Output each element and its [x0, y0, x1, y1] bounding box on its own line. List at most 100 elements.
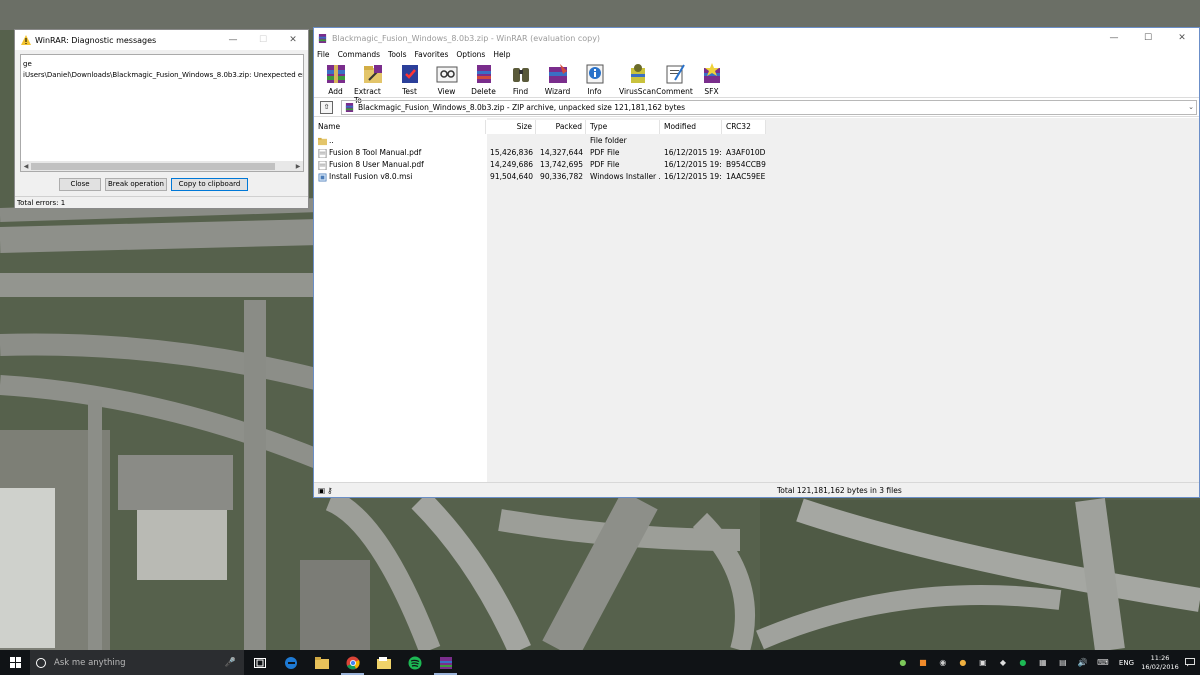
address-text: Blackmagic_Fusion_Windows_8.0b3.zip - ZI… [358, 102, 686, 112]
comment-icon [666, 64, 685, 84]
spotify-tray-icon[interactable]: ● [1013, 650, 1033, 675]
table-row[interactable]: Fusion 8 Tool Manual.pdf 15,426,836 14,3… [314, 147, 766, 159]
menu-options[interactable]: Options [456, 50, 485, 59]
system-tray: ● ■ ◉ ● ▣ ◆ ● ▦ ▤ 🔊 ⌨ ENG 11:26 16/02/20… [893, 650, 1200, 675]
windows-icon [9, 657, 21, 668]
drive-icon[interactable]: ▣ [318, 486, 325, 495]
tray-app-icon[interactable]: ● [953, 650, 973, 675]
microphone-icon[interactable]: 🎤 [225, 658, 236, 668]
menu-file[interactable]: File [317, 50, 330, 59]
diagnostic-title: WinRAR: Diagnostic messages [35, 35, 157, 45]
clock-time: 11:26 [1150, 653, 1170, 662]
close-icon[interactable]: ✕ [278, 30, 308, 50]
dropbox-icon[interactable]: ◆ [993, 650, 1013, 675]
zip-archive-icon [345, 102, 354, 112]
network-icon[interactable]: ▤ [1053, 650, 1073, 675]
folder-icon [318, 137, 327, 145]
test-button[interactable]: Test [391, 60, 428, 96]
comment-button[interactable]: Comment [656, 60, 693, 96]
up-folder-button[interactable]: ⇧ [320, 100, 333, 114]
info-icon [586, 64, 603, 84]
info-button[interactable]: Info [576, 60, 613, 96]
scroll-thumb[interactable] [31, 162, 275, 170]
toolbar: Add Extract To Test View Delete Find Wiz… [314, 60, 1199, 105]
spotify-icon[interactable] [399, 650, 430, 675]
extract-to-button[interactable]: Extract To [354, 60, 391, 105]
language-indicator[interactable]: ENG [1119, 659, 1134, 667]
test-icon [401, 65, 418, 83]
tray-app-icon[interactable]: ▦ [1033, 650, 1053, 675]
start-button[interactable] [0, 650, 30, 675]
folder-icon[interactable] [368, 650, 399, 675]
virusscan-icon [630, 64, 645, 83]
column-packed[interactable]: Packed [536, 120, 586, 134]
menu-favorites[interactable]: Favorites [415, 50, 449, 59]
minimize-icon[interactable]: — [218, 30, 248, 50]
clock-date: 16/02/2016 [1141, 662, 1179, 671]
tray-app-icon[interactable]: ● [893, 650, 913, 675]
wizard-button[interactable]: Wizard [539, 60, 576, 96]
sfx-button[interactable]: SFX [693, 60, 730, 96]
tray-app-icon[interactable]: ▣ [973, 650, 993, 675]
notification-icon[interactable] [1180, 658, 1200, 667]
close-button[interactable]: Close [59, 178, 101, 191]
find-icon [512, 68, 529, 82]
find-button[interactable]: Find [502, 60, 539, 96]
key-icon[interactable]: ⚷ [327, 486, 333, 495]
diagnostic-window: WinRAR: Diagnostic messages — ☐ ✕ ge iUs… [14, 29, 309, 209]
keyboard-icon[interactable]: ⌨ [1093, 650, 1113, 675]
delete-button[interactable]: Delete [465, 60, 502, 96]
status-bar: ▣ ⚷ Total 121,181,162 bytes in 3 files [314, 482, 1199, 497]
break-operation-button[interactable]: Break operation [105, 178, 167, 191]
close-icon[interactable]: ✕ [1165, 28, 1199, 48]
menu-help[interactable]: Help [493, 50, 510, 59]
menu-tools[interactable]: Tools [388, 50, 406, 59]
copy-to-clipboard-button[interactable]: Copy to clipboard [171, 178, 248, 191]
pdf-file-icon [318, 160, 327, 170]
chrome-icon[interactable] [337, 650, 368, 675]
tray-app-icon[interactable]: ◉ [933, 650, 953, 675]
maximize-icon[interactable]: ☐ [1131, 28, 1165, 48]
main-window-title: Blackmagic_Fusion_Windows_8.0b3.zip - Wi… [332, 33, 601, 43]
taskbar: Ask me anything 🎤 ● ■ ◉ ● ▣ ◆ ● ▦ ▤ 🔊 ⌨ … [0, 650, 1200, 675]
status-text: Total 121,181,162 bytes in 3 files [777, 485, 902, 495]
file-explorer-icon[interactable] [306, 650, 337, 675]
column-size[interactable]: Size [486, 120, 536, 134]
diagnostic-titlebar[interactable]: WinRAR: Diagnostic messages — ☐ ✕ [15, 30, 308, 50]
chevron-down-icon[interactable]: ⌄ [1186, 103, 1196, 111]
menu-bar: File Commands Tools Favorites Options He… [314, 48, 1199, 60]
scroll-right-icon[interactable]: ▶ [293, 163, 303, 170]
column-type[interactable]: Type [586, 120, 660, 134]
address-dropdown[interactable]: Blackmagic_Fusion_Windows_8.0b3.zip - ZI… [341, 99, 1197, 115]
delete-icon [476, 65, 491, 83]
winrar-icon[interactable] [430, 650, 461, 675]
scroll-left-icon[interactable]: ◀ [21, 163, 31, 170]
main-titlebar[interactable]: Blackmagic_Fusion_Windows_8.0b3.zip - Wi… [314, 28, 1199, 48]
tray-app-icon[interactable]: ■ [913, 650, 933, 675]
search-box[interactable]: Ask me anything 🎤 [30, 650, 244, 675]
message-list[interactable]: ge iUsers\Daniel\Downloads\Blackmagic_Fu… [20, 54, 304, 172]
add-button[interactable]: Add [317, 60, 354, 96]
msi-file-icon [318, 173, 327, 181]
volume-icon[interactable]: 🔊 [1073, 650, 1093, 675]
column-modified[interactable]: Modified [660, 120, 722, 134]
sfx-icon [703, 63, 720, 83]
extract-icon [363, 65, 382, 83]
edge-icon[interactable] [275, 650, 306, 675]
table-row[interactable]: .. File folder [314, 135, 766, 147]
column-crc32[interactable]: CRC32 [722, 120, 766, 134]
clock[interactable]: 11:26 16/02/2016 [1140, 654, 1180, 672]
view-icon [436, 66, 457, 83]
table-row[interactable]: Install Fusion v8.0.msi 91,504,640 90,33… [314, 171, 766, 183]
file-list-header: Name Size Packed Type Modified CRC32 [314, 120, 766, 134]
menu-commands[interactable]: Commands [338, 50, 380, 59]
task-view-icon[interactable] [244, 650, 275, 675]
table-row[interactable]: Fusion 8 User Manual.pdf 14,249,686 13,7… [314, 159, 766, 171]
virusscan-button[interactable]: VirusScan [619, 60, 656, 96]
search-placeholder: Ask me anything [54, 657, 126, 668]
column-name[interactable]: Name [314, 120, 486, 134]
minimize-icon[interactable]: — [1097, 28, 1131, 48]
pdf-file-icon [318, 148, 327, 158]
view-button[interactable]: View [428, 60, 465, 96]
horizontal-scrollbar[interactable]: ◀ ▶ [21, 161, 303, 171]
